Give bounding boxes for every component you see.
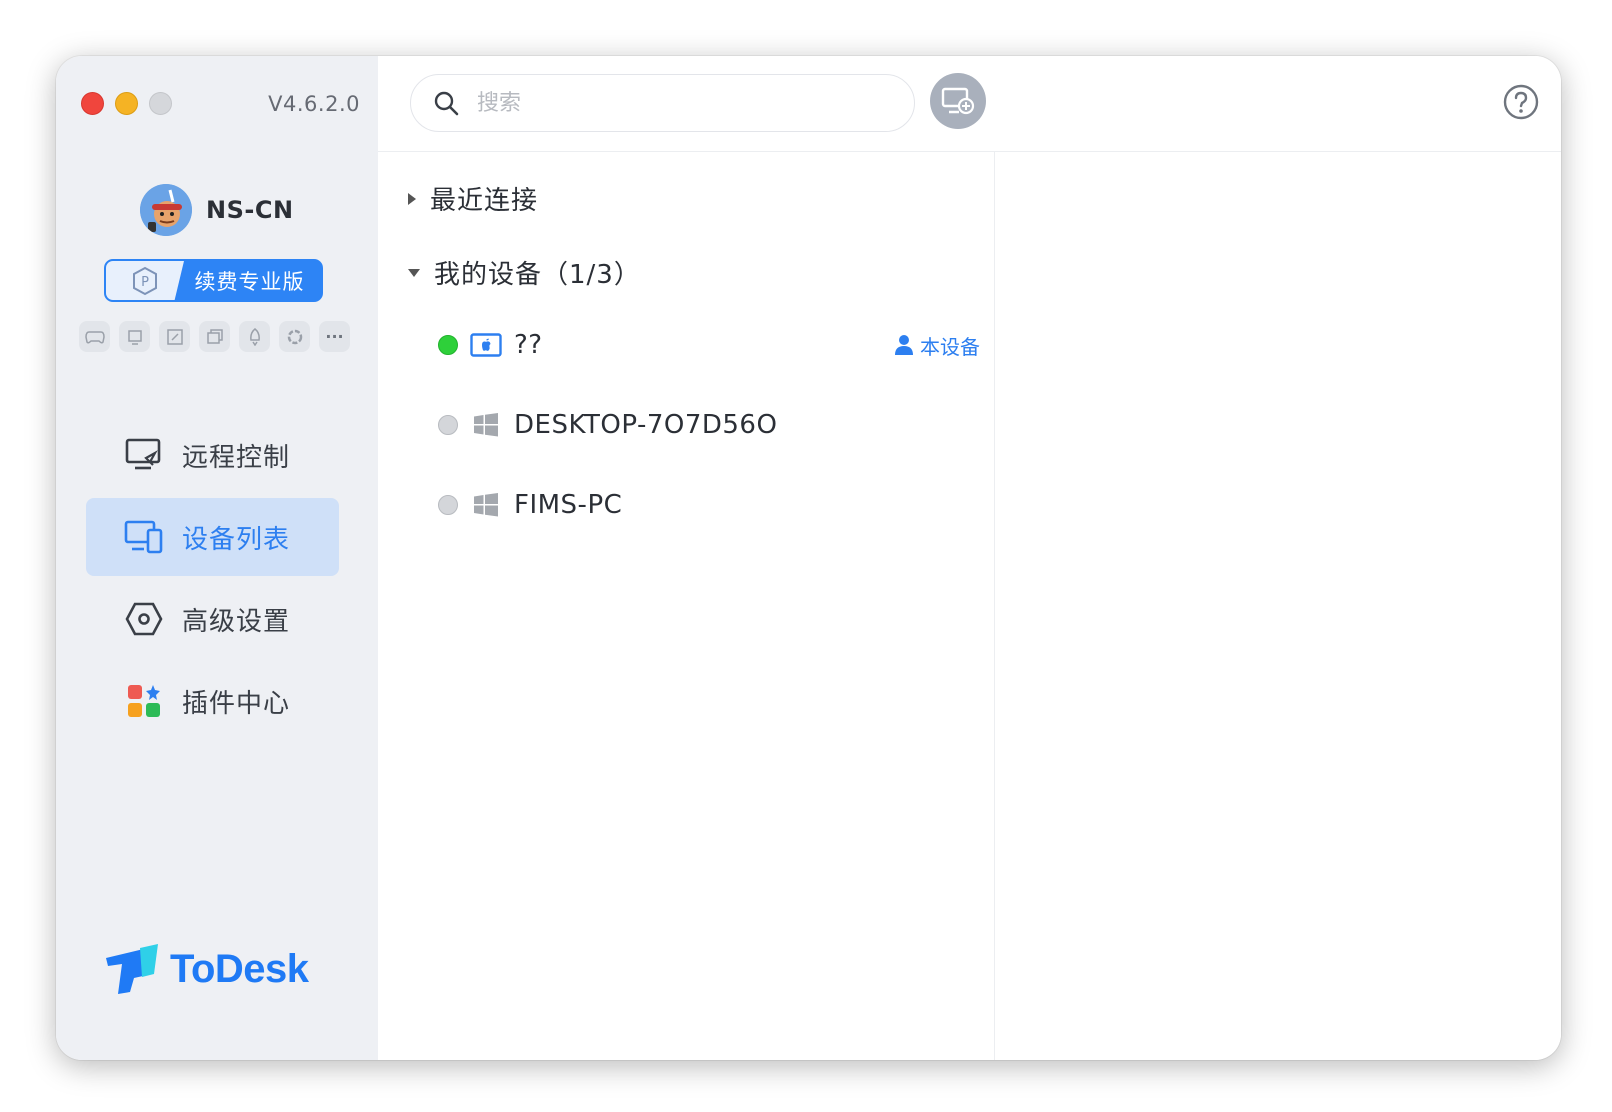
device-detail-pane [996, 152, 1561, 1060]
device-list-pane: 最近连接 我的设备（1/3） ?? 本设备 DESKTOP-7O7D56O FI… [378, 152, 995, 1060]
help-icon [1503, 84, 1539, 120]
chevron-right-icon [408, 192, 416, 205]
zoom-window-button[interactable] [149, 92, 172, 115]
nav-advanced-settings[interactable]: 高级设置 [86, 580, 339, 658]
brand-name: ToDesk [170, 946, 309, 991]
nav-remote-control-label: 远程控制 [182, 442, 291, 473]
nav-device-list[interactable]: 设备列表 [86, 498, 339, 576]
minimize-window-button[interactable] [115, 92, 138, 115]
nav-device-list-label: 设备列表 [182, 524, 291, 555]
screen-icon[interactable] [119, 321, 150, 352]
nav-remote-control[interactable]: 远程控制 [86, 416, 339, 494]
add-device-button[interactable] [930, 73, 986, 129]
user-profile[interactable]: NS-CN [140, 184, 294, 236]
pro-shield: P [106, 261, 184, 300]
offline-status-dot [438, 495, 458, 515]
main-nav: 远程控制 设备列表 高级设置 插件中心 [86, 416, 339, 744]
device-row[interactable]: DESKTOP-7O7D56O [438, 400, 980, 450]
nav-plugin-center[interactable]: 插件中心 [86, 662, 339, 740]
remote-control-icon [124, 435, 164, 475]
device-row[interactable]: FIMS-PC [438, 480, 980, 530]
gamepad-icon[interactable] [79, 321, 110, 352]
this-device-badge: 本设备 [894, 331, 980, 360]
sidebar: V4.6.2.0 NS-CN P 续费专业版 ··· 远程控制 设备列表 高级设… [56, 56, 378, 1060]
quick-tools: ··· [79, 321, 350, 352]
device-name: FIMS-PC [514, 490, 623, 520]
group-recent-connections[interactable]: 最近连接 [408, 180, 538, 217]
circle-icon[interactable] [279, 321, 310, 352]
this-device-label: 本设备 [920, 334, 980, 359]
group-recent-label: 最近连接 [430, 186, 539, 216]
device-row[interactable]: ?? 本设备 [438, 320, 980, 370]
search-input[interactable] [477, 90, 857, 116]
search-icon [434, 91, 459, 116]
renew-pro-label: 续费专业版 [194, 269, 305, 294]
window-controls [81, 92, 172, 115]
nav-plugin-center-label: 插件中心 [182, 688, 291, 719]
nav-advanced-settings-label: 高级设置 [182, 606, 291, 637]
help-button[interactable] [1503, 84, 1539, 120]
mac-icon [470, 332, 502, 358]
add-device-icon [941, 87, 975, 115]
board-icon[interactable] [159, 321, 190, 352]
plugin-grid-icon [124, 681, 164, 721]
windows-icon [470, 412, 502, 438]
brand-logo: ToDesk [104, 944, 309, 994]
app-version: V4.6.2.0 [268, 92, 360, 116]
more-icon[interactable]: ··· [319, 321, 350, 352]
renew-pro-button[interactable]: P 续费专业版 [104, 259, 323, 302]
online-status-dot [438, 335, 458, 355]
windows-icon [470, 492, 502, 518]
rocket-icon[interactable] [239, 321, 270, 352]
pro-badge-icon: P [133, 266, 157, 295]
svg-text:P: P [141, 275, 149, 290]
username: NS-CN [206, 196, 294, 224]
device-name: DESKTOP-7O7D56O [514, 410, 778, 440]
app-window: V4.6.2.0 NS-CN P 续费专业版 ··· 远程控制 设备列表 高级设… [56, 56, 1561, 1060]
chevron-down-icon [408, 268, 420, 277]
close-window-button[interactable] [81, 92, 104, 115]
todesk-logo-icon [106, 944, 158, 994]
avatar[interactable] [140, 184, 192, 236]
device-name: ?? [514, 330, 543, 360]
user-icon [895, 335, 913, 355]
group-my-devices[interactable]: 我的设备（1/3） [408, 254, 641, 291]
device-list-icon [124, 517, 164, 557]
top-bar [378, 56, 1561, 152]
settings-hex-icon [124, 599, 164, 639]
search-box[interactable] [410, 74, 915, 132]
offline-status-dot [438, 415, 458, 435]
group-my-devices-label: 我的设备（1/3） [434, 260, 641, 290]
window-icon[interactable] [199, 321, 230, 352]
